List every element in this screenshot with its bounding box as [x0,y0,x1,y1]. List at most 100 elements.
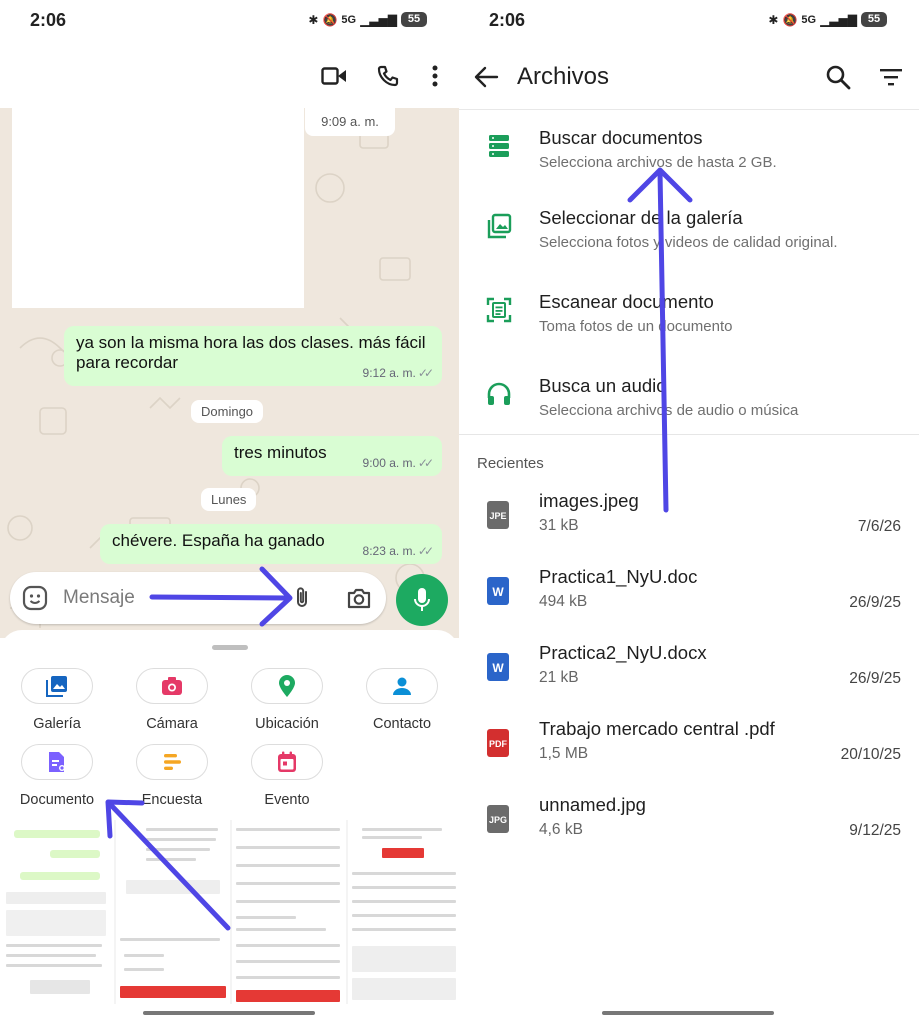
attach-poll[interactable]: Encuesta [117,744,227,808]
sheet-drag-handle[interactable] [212,645,248,650]
message-bubble[interactable]: ya son la misma hora las dos clases. más… [64,326,442,386]
back-arrow-icon[interactable] [473,64,499,90]
attach-contact[interactable]: Contacto [347,668,457,732]
option-title: Escanear documento [539,291,714,312]
home-gesture-bar[interactable] [143,1011,315,1015]
option-title: Busca un audio [539,375,667,396]
file-date: 9/12/25 [849,822,901,839]
file-name: Practica2_NyU.docx [539,642,707,663]
read-receipt-icon: ✓✓ [417,544,434,558]
file-date: 26/9/25 [849,670,901,687]
file-name: Practica1_NyU.doc [539,566,698,587]
sticker-icon[interactable] [22,585,48,611]
camera-icon[interactable] [346,586,372,610]
gallery-icon [46,676,67,697]
status-icons: ✱ 🔕 5G ▁▃▅▇ 55 [768,12,887,27]
attach-gallery[interactable]: Galería [2,668,112,732]
message-time: 8:23 a. m. ✓✓ [362,544,435,558]
file-row[interactable]: JPG unnamed.jpg 4,6 kB 9/12/25 [459,788,919,864]
page-title: Archivos [517,63,610,90]
event-icon [278,751,296,772]
file-row[interactable]: W Practica1_NyU.doc 494 kB 26/9/25 [459,560,919,636]
image-message[interactable] [12,108,304,308]
file-date: 20/10/25 [840,746,901,763]
chat-messages-area[interactable]: 9:09 a. m. ya son la misma hora las dos … [0,108,459,638]
file-row[interactable]: W Practica2_NyU.docx 21 kB 26/9/25 [459,636,919,712]
attach-camera[interactable]: Cámara [117,668,227,732]
file-size: 1,5 MB [539,745,589,762]
media-thumbnail[interactable] [348,820,459,1004]
status-bar: 2:06 ✱ 🔕 5G ▁▃▅▇ 55 [459,0,919,44]
storage-icon [489,135,509,157]
headphones-icon [487,382,511,405]
media-thumbnail[interactable] [0,820,114,1004]
microphone-icon [414,588,430,611]
option-scan-document[interactable]: Escanear documento Toma fotos de un docu… [459,276,919,356]
system-nav-bar [459,1004,919,1024]
option-gallery[interactable]: Seleccionar de la galería Selecciona fot… [459,192,919,272]
status-icons: ✱ 🔕 5G ▁▃▅▇ 55 [308,12,427,27]
more-options-icon[interactable] [421,62,449,90]
message-bubble[interactable]: tres minutos 9:00 a. m. ✓✓ [222,436,442,476]
attachment-sheet: Galería Cámara Ubicación Contacto Docume… [0,630,459,820]
files-screen: 2:06 ✱ 🔕 5G ▁▃▅▇ 55 Archivos Buscar docu… [459,0,919,1024]
file-size: 4,6 kB [539,821,583,838]
network-label: 5G [341,13,357,26]
video-call-icon[interactable] [320,62,348,90]
voice-call-icon[interactable] [374,62,402,90]
file-size: 31 kB [539,517,579,534]
read-receipt-icon: ✓✓ [417,456,434,470]
attach-icon[interactable] [290,586,314,610]
signal-icon: ▁▃▅▇ [820,12,857,27]
option-title: Buscar documentos [539,127,703,148]
attach-event[interactable]: Evento [232,744,342,808]
screenshot-composite: 2:06 ✱ 🔕 5G ▁▃▅▇ 55 9:09 a. m. ya son la… [0,0,919,1024]
attach-label: Ubicación [255,716,319,732]
date-separator: Domingo [191,400,264,423]
mute-icon: 🔕 [782,12,798,27]
file-name: Trabajo mercado central .pdf [539,718,775,739]
date-separator: Lunes [201,488,257,511]
signal-icon: ▁▃▅▇ [360,12,397,27]
option-audio[interactable]: Busca un audio Selecciona archivos de au… [459,360,919,440]
gallery-icon [487,213,512,239]
battery-icon: 55 [401,12,427,27]
recent-media-strip [0,820,459,1004]
compose-bar: Mensaje [10,572,450,626]
file-row[interactable]: PDF Trabajo mercado central .pdf 1,5 MB … [459,712,919,788]
status-bar: 2:06 ✱ 🔕 5G ▁▃▅▇ 55 [0,0,459,44]
attach-location[interactable]: Ubicación [232,668,342,732]
files-header: Archivos [459,44,919,110]
contact-icon [393,677,411,695]
attach-label: Contacto [372,716,432,732]
attach-label: Encuesta [141,792,203,808]
chat-screen: 2:06 ✱ 🔕 5G ▁▃▅▇ 55 9:09 a. m. ya son la… [0,0,459,1024]
file-name: unnamed.jpg [539,794,646,815]
voice-record-button[interactable] [396,574,448,626]
message-time: 9:00 a. m. ✓✓ [362,456,435,470]
message-bubble[interactable]: chévere. España ha ganado 8:23 a. m. ✓✓ [100,524,442,564]
attach-document[interactable]: Documento [2,744,112,808]
home-gesture-bar[interactable] [602,1011,774,1015]
media-thumbnail[interactable] [232,820,346,1004]
option-title: Seleccionar de la galería [539,207,743,228]
word-file-icon: W [487,653,509,681]
bluetooth-icon: ✱ [768,12,779,27]
media-thumbnail[interactable] [116,820,230,1004]
bluetooth-icon: ✱ [308,12,319,27]
option-subtitle: Selecciona fotos y videos de calidad ori… [539,234,838,251]
attach-label: Documento [19,792,95,808]
option-subtitle: Toma fotos de un documento [539,318,733,335]
message-input[interactable]: Mensaje [10,572,386,624]
attach-label: Cámara [146,716,198,732]
search-icon[interactable] [825,64,851,90]
read-receipt-icon: ✓✓ [417,366,434,380]
sort-icon[interactable] [879,66,903,88]
image-time: 9:09 a. m. [305,108,395,136]
file-row[interactable]: JPE images.jpeg 31 kB 7/6/26 [459,484,919,560]
option-browse-documents[interactable]: Buscar documentos Selecciona archivos de… [459,112,919,192]
message-text: chévere. España ha ganado [112,531,325,550]
recent-header: Recientes [477,455,544,472]
file-size: 21 kB [539,669,579,686]
network-label: 5G [801,13,817,26]
